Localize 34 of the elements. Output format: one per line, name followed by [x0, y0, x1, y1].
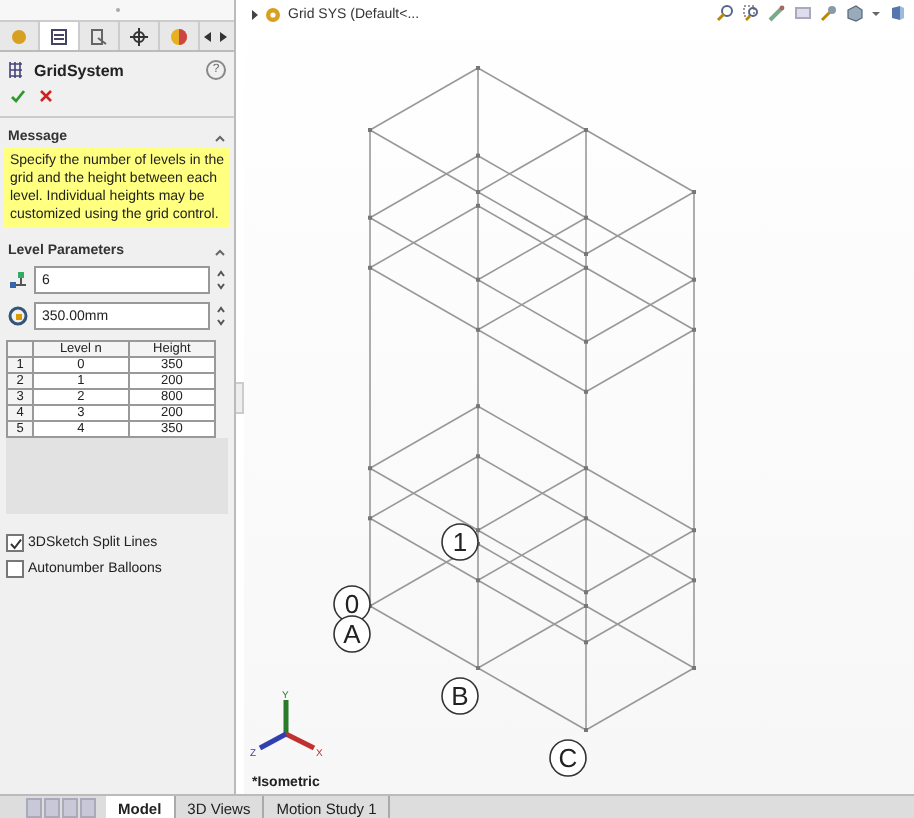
scroll-right-icon[interactable] — [220, 31, 228, 41]
pen-icon[interactable] — [768, 4, 786, 22]
scroll-left-icon[interactable] — [204, 31, 212, 41]
appearance-icon — [170, 27, 188, 45]
cancel-icon[interactable] — [38, 88, 54, 104]
axis-triad — [258, 700, 316, 751]
collapse-caret-icon[interactable] — [214, 247, 226, 255]
levels-icon — [8, 270, 28, 290]
grid-bubble: 1 — [441, 523, 479, 561]
config-icon — [90, 27, 108, 45]
expand-arrow-icon[interactable] — [252, 10, 258, 20]
checkbox[interactable] — [6, 534, 24, 552]
display-cube-icon[interactable] — [888, 4, 906, 22]
zoom-area-icon[interactable] — [742, 4, 760, 22]
feature-title: GridSystem — [34, 61, 126, 79]
collapse-caret-icon[interactable] — [214, 133, 226, 141]
grid-bubble: B — [441, 677, 479, 715]
spin-arrows-icon[interactable] — [216, 304, 226, 328]
grid-feature-icon — [8, 60, 28, 80]
list-icon — [50, 27, 68, 45]
collapse-handle[interactable] — [236, 381, 244, 413]
checkbox[interactable] — [6, 560, 24, 578]
crosshair-icon — [130, 27, 148, 45]
panel-tab[interactable] — [40, 22, 80, 50]
height-icon — [8, 306, 28, 326]
part-icon — [10, 27, 28, 45]
search-icon[interactable] — [716, 4, 734, 22]
ok-icon[interactable] — [10, 88, 26, 104]
grid-bubble: A — [333, 615, 371, 653]
spin-arrows-icon[interactable] — [216, 268, 226, 292]
part-icon — [264, 6, 282, 24]
grid-bubble: C — [549, 739, 587, 777]
cube-icon[interactable] — [846, 4, 864, 22]
view-orientation-icon[interactable] — [820, 4, 838, 22]
